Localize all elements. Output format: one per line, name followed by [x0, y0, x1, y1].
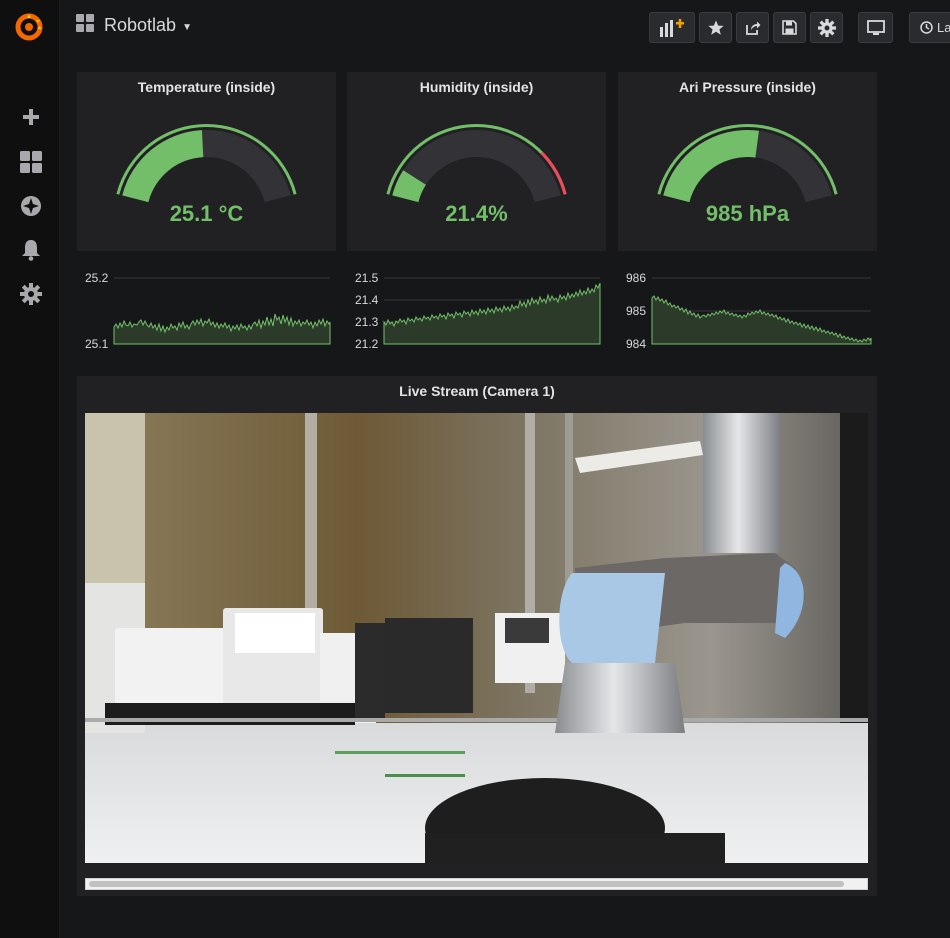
sparkline-humidity: 21.5 21.4 21.3 21.2 [355, 271, 601, 351]
y-tick-label: 986 [626, 271, 646, 285]
dashboard-picker[interactable]: Robotlab ▼ [76, 14, 192, 37]
y-tick-label: 21.4 [355, 293, 379, 307]
chevron-down-icon: ▼ [182, 22, 192, 33]
save-icon [782, 20, 797, 35]
y-tick-label: 25.1 [85, 337, 109, 351]
panel-title[interactable]: Live Stream (Camera 1) [77, 383, 877, 399]
live-stream-panel: Live Stream (Camera 1) [77, 376, 877, 896]
grafana-logo-icon[interactable] [14, 12, 44, 42]
sparkline-area [113, 313, 331, 345]
dashboards-icon[interactable] [19, 150, 43, 174]
tv-mode-button[interactable] [858, 12, 893, 43]
share-icon [745, 21, 760, 35]
sparkline-pressure: 986 985 984 [626, 271, 872, 351]
gauge-panel-temperature: Temperature (inside) 25.1 °C [77, 72, 336, 251]
dashboard-grid-icon [76, 14, 94, 37]
dashboard-navbar: Robotlab ▼ La [60, 0, 950, 58]
gauge-value: 985 hPa [705, 201, 790, 226]
scrollbar-thumb[interactable] [89, 881, 844, 887]
gauge-value-arc [663, 130, 759, 203]
y-tick-label: 21.3 [355, 315, 379, 329]
settings-icon [817, 18, 836, 37]
gauge-panel-humidity: Humidity (inside) 21.4% [347, 72, 606, 251]
y-tick-label: 21.2 [355, 337, 379, 351]
y-tick-label: 984 [626, 337, 646, 351]
share-button[interactable] [736, 12, 769, 43]
time-picker-label: La [937, 20, 950, 35]
plus-icon[interactable] [19, 105, 43, 129]
gauge-panel-pressure: Ari Pressure (inside) 985 hPa [618, 72, 877, 251]
save-button[interactable] [773, 12, 806, 43]
bell-icon[interactable] [19, 238, 43, 262]
time-picker-button[interactable]: La [909, 12, 950, 43]
explore-icon[interactable] [19, 194, 43, 218]
sparkline-area [383, 282, 601, 345]
sparkline-temperature: 25.2 25.1 [85, 271, 331, 351]
gauge-value-arc [122, 130, 204, 203]
y-tick-label: 21.5 [355, 271, 379, 285]
horizontal-scrollbar[interactable] [85, 878, 868, 890]
dashboard-title[interactable]: Robotlab [104, 15, 176, 36]
y-tick-label: 985 [626, 304, 646, 318]
y-tick-label: 25.2 [85, 271, 109, 285]
star-button[interactable] [699, 12, 732, 43]
tv-mode-icon [866, 19, 885, 35]
camera-video[interactable] [85, 413, 868, 863]
camera-image [85, 413, 868, 863]
add-panel-button[interactable] [649, 12, 695, 43]
star-icon [707, 20, 724, 35]
gauge-value: 21.4% [445, 201, 508, 226]
settings-button[interactable] [810, 12, 843, 43]
sparkline-area [651, 295, 872, 345]
gauge-value: 25.1 °C [169, 201, 244, 226]
add-panel-icon [660, 18, 684, 37]
gear-icon[interactable] [19, 282, 43, 306]
sidebar [0, 0, 60, 938]
clock-icon [920, 21, 933, 34]
